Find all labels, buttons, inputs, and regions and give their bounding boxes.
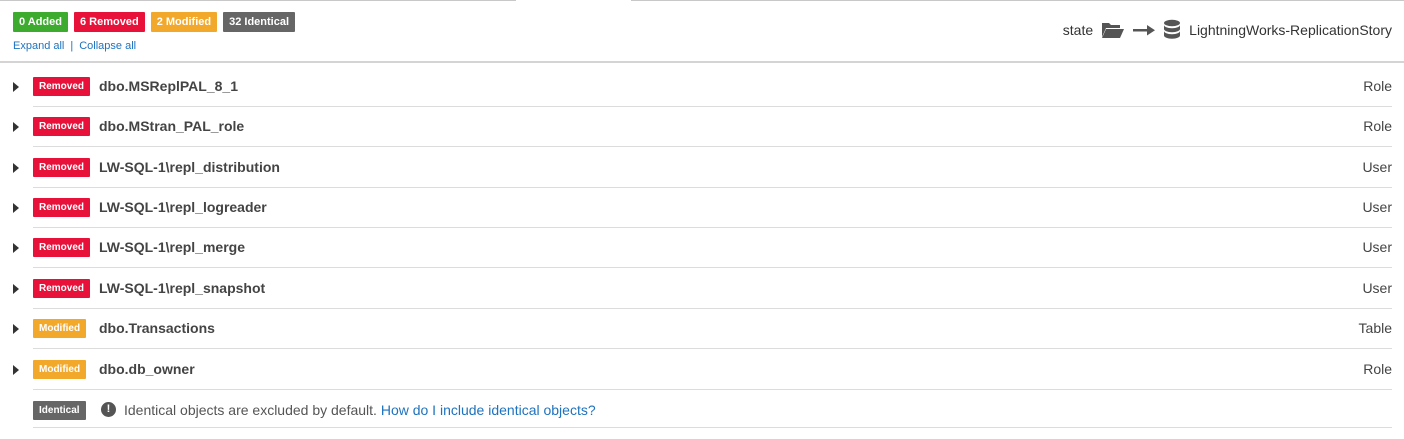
status-badge: Modified	[33, 319, 87, 338]
object-row[interactable]: Removed dbo.MSReplPAL_8_1 Role	[0, 67, 1404, 107]
expand-collapse-links: Expand all | Collapse all	[13, 40, 136, 52]
status-badge: Removed	[33, 158, 91, 177]
identical-objects-note: Identical ! Identical objects are exclud…	[0, 390, 1404, 428]
include-identical-help-link[interactable]: How do I include identical objects?	[381, 402, 596, 418]
expand-caret-icon[interactable]	[13, 203, 19, 213]
comparison-source-target: state LightningWorks-ReplicationStory	[1063, 19, 1392, 41]
folder-open-icon	[1101, 21, 1125, 39]
object-type: Table	[1358, 320, 1392, 336]
object-type: User	[1362, 159, 1392, 175]
status-badge: Removed	[33, 117, 91, 136]
status-badge: Removed	[33, 238, 91, 257]
object-type: User	[1362, 239, 1392, 255]
object-name: dbo.db_owner	[99, 361, 195, 377]
info-icon: !	[101, 402, 116, 417]
object-row[interactable]: Removed LW-SQL-1\repl_snapshot User	[0, 269, 1404, 309]
object-name: LW-SQL-1\repl_logreader	[99, 199, 267, 215]
object-row[interactable]: Modified dbo.Transactions Table	[0, 309, 1404, 349]
status-badge: Removed	[33, 77, 91, 96]
object-row[interactable]: Modified dbo.db_owner Role	[0, 350, 1404, 390]
object-name: LW-SQL-1\repl_merge	[99, 239, 245, 255]
object-name: dbo.MSReplPAL_8_1	[99, 78, 238, 94]
identical-count-badge[interactable]: 32 Identical	[223, 12, 296, 32]
identical-note-message: Identical objects are excluded by defaul…	[124, 402, 377, 418]
object-name: dbo.Transactions	[99, 320, 215, 336]
object-row[interactable]: Removed LW-SQL-1\repl_merge User	[0, 228, 1404, 268]
row-divider	[33, 267, 1392, 268]
object-row[interactable]: Removed LW-SQL-1\repl_distribution User	[0, 148, 1404, 188]
summary-badges: 0 Added 6 Removed 2 Modified 32 Identica…	[13, 12, 296, 32]
object-type: Role	[1363, 361, 1392, 377]
expand-caret-icon[interactable]	[13, 284, 19, 294]
expand-caret-icon[interactable]	[13, 365, 19, 375]
target-label: LightningWorks-ReplicationStory	[1189, 22, 1392, 38]
row-divider	[33, 348, 1392, 349]
link-separator: |	[70, 40, 74, 52]
object-name: LW-SQL-1\repl_distribution	[99, 159, 280, 175]
expand-caret-icon[interactable]	[13, 82, 19, 92]
arrow-right-icon	[1133, 24, 1156, 36]
object-row[interactable]: Removed dbo.MStran_PAL_role Role	[0, 107, 1404, 147]
identical-status-badge: Identical	[33, 401, 86, 420]
object-row[interactable]: Removed LW-SQL-1\repl_logreader User	[0, 188, 1404, 228]
object-name: LW-SQL-1\repl_snapshot	[99, 280, 266, 296]
status-badge: Removed	[33, 198, 91, 217]
object-type: Role	[1363, 118, 1392, 134]
expand-all-link[interactable]: Expand all	[13, 40, 64, 52]
expand-caret-icon[interactable]	[13, 163, 19, 173]
source-label: state	[1062, 22, 1094, 38]
identical-note-text: Identical objects are excluded by defaul…	[124, 401, 596, 420]
summary-header: 0 Added 6 Removed 2 Modified 32 Identica…	[0, 0, 1404, 63]
object-type: Role	[1363, 78, 1392, 94]
modified-count-badge[interactable]: 2 Modified	[150, 12, 218, 32]
row-divider	[33, 427, 1392, 428]
status-badge: Removed	[33, 279, 91, 298]
object-name: dbo.MStran_PAL_role	[99, 118, 245, 134]
added-count-badge[interactable]: 0 Added	[13, 12, 68, 32]
removed-count-badge[interactable]: 6 Removed	[74, 12, 145, 32]
object-type: User	[1362, 199, 1392, 215]
expand-caret-icon[interactable]	[13, 324, 19, 334]
expand-caret-icon[interactable]	[13, 243, 19, 253]
status-badge: Modified	[33, 360, 87, 379]
collapse-all-link[interactable]: Collapse all	[79, 40, 136, 52]
object-type: User	[1362, 280, 1392, 296]
row-divider	[33, 146, 1392, 147]
database-icon	[1163, 19, 1181, 41]
expand-caret-icon[interactable]	[13, 122, 19, 132]
